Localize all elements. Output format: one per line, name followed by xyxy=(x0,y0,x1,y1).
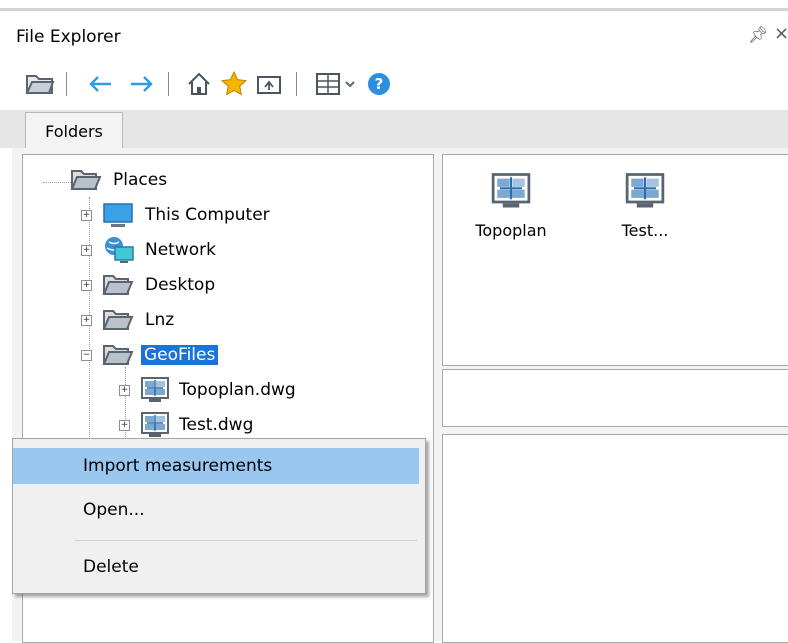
file-item-topoplan[interactable]: Topoplan xyxy=(466,169,556,240)
favorites-star-icon[interactable] xyxy=(218,68,250,100)
expand-icon[interactable]: + xyxy=(81,210,92,221)
home-icon[interactable] xyxy=(183,68,215,100)
menu-item-label: Import measurements xyxy=(83,456,273,476)
tree-item-label: This Computer xyxy=(145,205,270,225)
tree-item-label: Lnz xyxy=(145,310,175,330)
help-icon[interactable]: ? xyxy=(363,68,395,100)
context-menu: Import measurements Open... Delete xyxy=(12,438,426,594)
expand-icon[interactable]: + xyxy=(81,245,92,256)
tree-item-label: GeoFiles xyxy=(141,345,219,365)
folder-open-icon xyxy=(102,345,134,365)
back-arrow-icon[interactable] xyxy=(84,68,116,100)
expand-icon[interactable]: + xyxy=(81,315,92,326)
window-top-border xyxy=(0,0,788,11)
toolbar-separator xyxy=(66,72,67,96)
file-item-label: Test... xyxy=(621,221,669,240)
tree-line xyxy=(43,182,71,183)
expand-icon[interactable]: + xyxy=(119,385,130,396)
close-icon[interactable]: × xyxy=(774,23,788,44)
upload-folder-icon[interactable] xyxy=(253,68,285,100)
title-bar: File Explorer 📌︎ × xyxy=(0,11,788,59)
tree-item-places[interactable]: Places xyxy=(69,165,167,195)
toolbar-separator xyxy=(168,72,169,96)
menu-item-label: Delete xyxy=(83,557,139,577)
computer-icon xyxy=(103,203,133,227)
tab-label: Folders xyxy=(45,121,103,141)
chevron-down-icon[interactable] xyxy=(340,68,360,100)
window-title: File Explorer xyxy=(16,27,121,47)
menu-separator xyxy=(75,540,417,541)
tree-item-label: Network xyxy=(145,240,216,260)
file-item-test[interactable]: Test... xyxy=(600,169,690,240)
pin-icon[interactable]: 📌︎ xyxy=(748,25,768,44)
folder-icon xyxy=(102,275,134,295)
dwg-file-icon xyxy=(141,377,169,402)
dwg-file-icon xyxy=(625,173,665,208)
tree-item-label: Places xyxy=(113,170,168,190)
tab-folders[interactable]: Folders xyxy=(25,112,123,149)
menu-item-label: Open... xyxy=(83,500,145,520)
preview-pane xyxy=(442,434,788,643)
network-icon xyxy=(105,237,134,263)
menu-item-import-measurements[interactable]: Import measurements xyxy=(13,448,419,484)
tree-item-label: Test.dwg xyxy=(179,415,254,435)
file-view-pane[interactable]: Topoplan Test... xyxy=(442,154,788,366)
collapse-icon[interactable]: − xyxy=(81,350,92,361)
menu-item-delete[interactable]: Delete xyxy=(13,549,419,585)
toolbar-separator xyxy=(296,72,297,96)
tree-line xyxy=(125,367,126,447)
open-folder-icon[interactable] xyxy=(24,68,56,100)
forward-arrow-icon[interactable] xyxy=(126,68,158,100)
svg-text:?: ? xyxy=(375,75,384,93)
tree-item-label: Topoplan.dwg xyxy=(179,380,296,400)
details-pane xyxy=(442,369,788,427)
expand-icon[interactable]: + xyxy=(81,280,92,291)
expand-icon[interactable]: + xyxy=(119,420,130,431)
dwg-file-icon xyxy=(491,173,531,208)
toolbar: ? xyxy=(0,60,788,108)
folder-open-icon xyxy=(70,170,102,190)
dwg-file-icon xyxy=(141,412,169,437)
menu-item-open[interactable]: Open... xyxy=(13,492,419,528)
tree-item-label: Desktop xyxy=(145,275,216,295)
file-item-label: Topoplan xyxy=(475,221,547,240)
folder-icon xyxy=(102,310,134,330)
